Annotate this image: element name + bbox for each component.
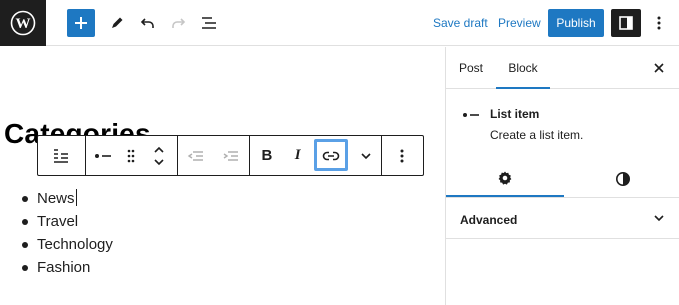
select-parent-list-button[interactable] bbox=[38, 136, 84, 175]
save-draft-button[interactable]: Save draft bbox=[433, 14, 488, 32]
block-type-button[interactable] bbox=[86, 136, 120, 175]
list-item[interactable]: News bbox=[19, 187, 113, 210]
tab-styles[interactable] bbox=[564, 160, 679, 197]
more-rich-text-icon bbox=[361, 152, 371, 159]
move-buttons bbox=[142, 136, 176, 175]
editor-canvas: Categories B I News Travel Technology Fa… bbox=[0, 47, 445, 305]
redo-icon bbox=[172, 18, 186, 28]
italic-button[interactable]: I bbox=[284, 136, 312, 175]
publish-button[interactable]: Publish bbox=[548, 9, 604, 37]
link-button-highlight bbox=[313, 139, 348, 171]
italic-icon: I bbox=[294, 147, 301, 163]
block-inspector-tabs bbox=[446, 160, 679, 197]
close-icon bbox=[654, 63, 664, 73]
list-item[interactable]: Travel bbox=[19, 210, 113, 233]
list-view-button[interactable] bbox=[198, 0, 220, 46]
undo-icon bbox=[140, 18, 154, 28]
block-toolbar: B I bbox=[37, 135, 424, 176]
list-item[interactable]: Fashion bbox=[19, 256, 113, 279]
toolbar-group-format: B I bbox=[250, 136, 382, 175]
chevron-down-icon bbox=[654, 215, 664, 222]
advanced-panel-toggle[interactable]: Advanced bbox=[446, 199, 679, 239]
tab-block[interactable]: Block bbox=[496, 47, 550, 89]
more-rich-text-button[interactable] bbox=[351, 136, 381, 175]
block-description: Create a list item. bbox=[490, 128, 584, 142]
toolbar-group-indent bbox=[178, 136, 250, 175]
styles-icon bbox=[616, 171, 630, 186]
settings-sidebar: Post Block List item Create a list item. bbox=[445, 47, 679, 305]
wordpress-logo-button[interactable]: W bbox=[0, 0, 46, 46]
options-icon bbox=[400, 149, 404, 162]
more-vertical-icon bbox=[657, 16, 661, 30]
list-item-icon bbox=[95, 153, 111, 158]
options-menu-button[interactable] bbox=[650, 0, 668, 46]
list-item[interactable]: Technology bbox=[19, 233, 113, 256]
indent-button[interactable] bbox=[214, 136, 250, 175]
list-item-text: Travel bbox=[37, 213, 79, 230]
svg-text:W: W bbox=[16, 16, 31, 32]
outdent-icon bbox=[187, 150, 203, 161]
move-up-icon[interactable] bbox=[153, 146, 165, 154]
plus-icon bbox=[75, 17, 87, 29]
redo-button[interactable] bbox=[167, 0, 189, 46]
drag-handle-icon bbox=[127, 149, 135, 162]
add-block-button[interactable] bbox=[67, 9, 95, 37]
link-button[interactable] bbox=[312, 136, 352, 175]
editor-header: W Save draft Preview Publish bbox=[0, 0, 679, 46]
list-block-icon bbox=[54, 148, 68, 163]
wordpress-logo-icon: W bbox=[10, 10, 36, 36]
tab-settings[interactable] bbox=[446, 160, 564, 197]
toolbar-group-options bbox=[382, 136, 423, 175]
category-list: News Travel Technology Fashion bbox=[19, 187, 113, 279]
pencil-icon bbox=[112, 17, 123, 28]
block-card: List item Create a list item. bbox=[446, 90, 679, 198]
preview-button[interactable]: Preview bbox=[498, 14, 541, 32]
move-down-icon[interactable] bbox=[153, 158, 165, 166]
indent-icon bbox=[223, 150, 239, 161]
drag-handle-button[interactable] bbox=[120, 136, 142, 175]
outdent-button[interactable] bbox=[178, 136, 214, 175]
list-item-text: News bbox=[37, 190, 75, 207]
undo-button[interactable] bbox=[137, 0, 159, 46]
block-title: List item bbox=[490, 107, 540, 121]
bold-button[interactable]: B bbox=[250, 136, 284, 175]
list-item-text: Fashion bbox=[37, 259, 91, 276]
list-item-icon bbox=[463, 113, 479, 117]
bold-icon: B bbox=[261, 147, 273, 164]
close-sidebar-button[interactable] bbox=[651, 60, 667, 76]
settings-toggle-button[interactable] bbox=[611, 9, 641, 37]
block-options-button[interactable] bbox=[382, 136, 422, 175]
text-cursor bbox=[75, 189, 77, 206]
toolbar-group-block bbox=[86, 136, 178, 175]
tools-button[interactable] bbox=[106, 0, 128, 46]
list-view-icon bbox=[202, 17, 216, 29]
list-item-text: Technology bbox=[37, 236, 113, 253]
sidebar-tabs: Post Block bbox=[446, 47, 679, 89]
advanced-label: Advanced bbox=[460, 213, 518, 227]
sidebar-toggle-icon bbox=[619, 16, 633, 30]
toolbar-group-parent bbox=[38, 136, 86, 175]
settings-icon bbox=[498, 171, 512, 185]
tab-post[interactable]: Post bbox=[446, 47, 496, 89]
